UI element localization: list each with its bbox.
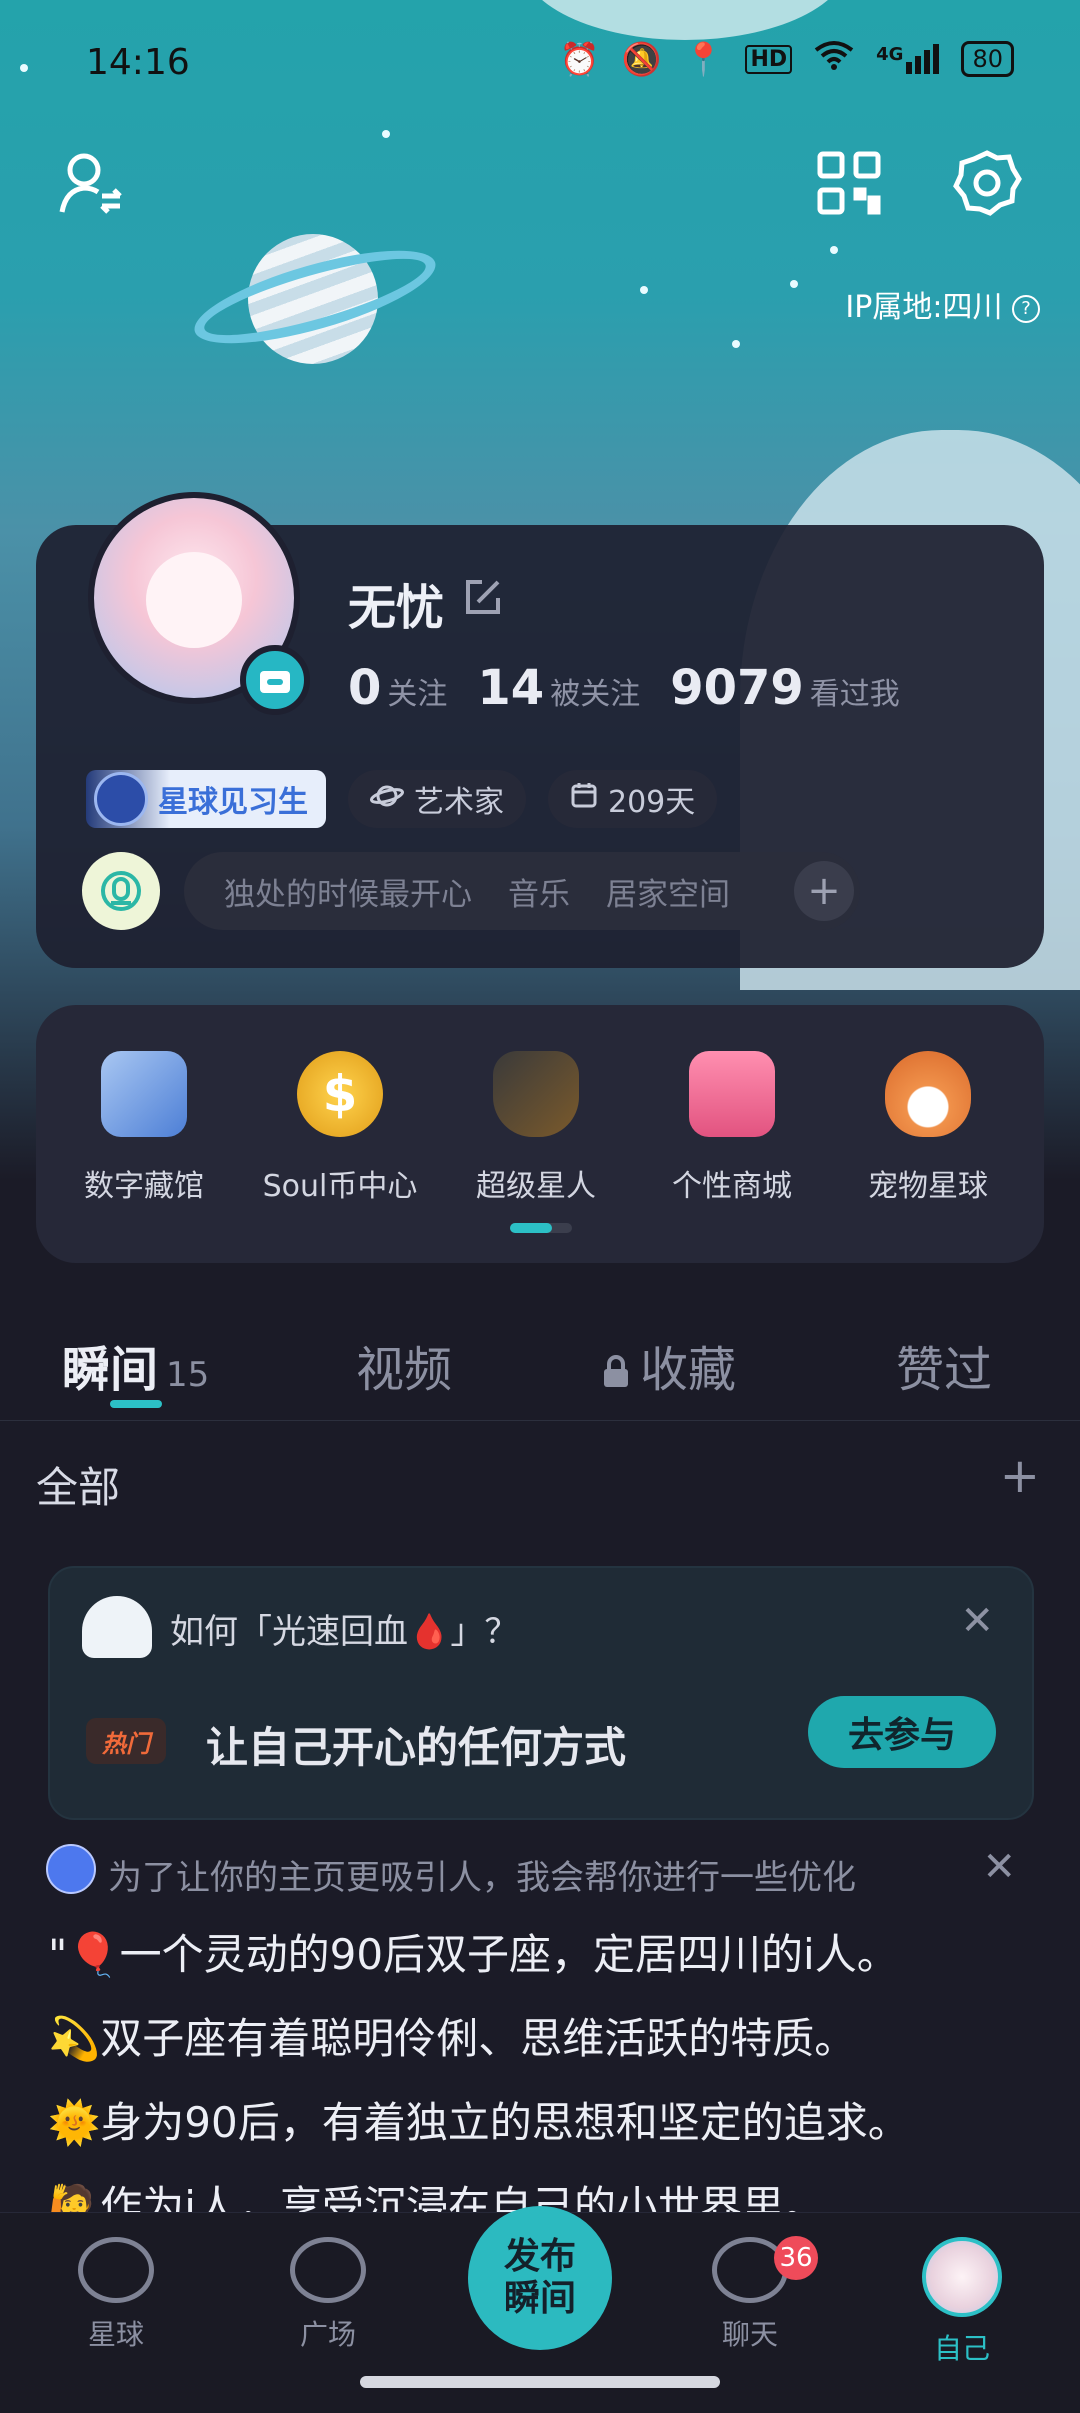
hot-badge: 热门	[86, 1718, 166, 1764]
topic-title: 让自己开心的任何方式	[206, 1723, 627, 1772]
role-chip[interactable]: 艺术家	[348, 770, 526, 828]
ip-location[interactable]: IP属地:四川 ?	[845, 282, 1040, 326]
star-decoration	[382, 130, 390, 138]
days-chip[interactable]: 209天	[548, 770, 718, 828]
status-icons: ⏰ 🔕 📍 HD 4G 80	[560, 40, 1014, 78]
square-icon	[290, 2237, 366, 2303]
edit-icon[interactable]	[462, 578, 502, 618]
add-tag-button[interactable]: +	[794, 861, 854, 921]
followers-stat[interactable]: 14 被关注	[477, 660, 640, 716]
nav-me[interactable]: 自己	[872, 2237, 1052, 2367]
content-tabs: 瞬间 15 视频 收藏 赞过	[0, 1290, 1080, 1421]
following-stat[interactable]: 0 关注	[348, 660, 447, 716]
location-icon: 📍	[683, 40, 724, 78]
shiba-pet-icon	[885, 1051, 971, 1137]
tags-row: 独处的时候最开心 音乐 居家空间 +	[82, 852, 860, 930]
status-bar: 14:16 ⏰ 🔕 📍 HD 4G 80	[0, 38, 1080, 88]
battery-icon: 80	[961, 41, 1014, 77]
moon-decoration	[520, 0, 850, 40]
wifi-icon	[814, 40, 854, 78]
services-panel: 数字藏馆 $ Soul币中心 超级星人 个性商城 宠物星球	[36, 1005, 1044, 1263]
tab-video[interactable]: 视频	[356, 1330, 452, 1400]
tab-favorites[interactable]: 收藏	[602, 1330, 736, 1401]
close-icon[interactable]: ✕	[982, 1844, 1016, 1890]
profile-name: 无忧	[348, 580, 445, 636]
star-decoration	[830, 246, 838, 254]
interest-tag[interactable]: 音乐	[508, 869, 570, 914]
service-super-star[interactable]: 超级星人	[438, 1051, 634, 1205]
calendar-icon	[570, 781, 598, 817]
publish-moment-button[interactable]: 发布 瞬间	[468, 2206, 612, 2350]
active-tab-indicator	[110, 1400, 162, 1408]
planet-icon	[78, 2237, 154, 2303]
voice-match-icon[interactable]	[82, 852, 160, 930]
bio-line: "🎈一个灵动的90后双子座，定居四川的i人。	[48, 1930, 899, 1979]
shop-icon	[689, 1051, 775, 1137]
bio-line: 🌞身为90后，有着独立的思想和坚定的追求。	[48, 2098, 910, 2147]
join-button[interactable]: 去参与	[808, 1696, 996, 1768]
service-shop[interactable]: 个性商城	[634, 1051, 830, 1205]
profile-stats: 0 关注 14 被关注 9079 看过我	[348, 660, 900, 716]
home-indicator[interactable]	[360, 2376, 720, 2388]
help-icon[interactable]: ?	[1012, 294, 1040, 323]
switch-account-icon[interactable]	[58, 150, 124, 220]
star-decoration	[640, 286, 648, 294]
avatar-face	[146, 552, 242, 648]
me-avatar	[922, 2237, 1002, 2317]
service-soul-coin[interactable]: $ Soul币中心	[242, 1051, 438, 1205]
ai-assistant-icon	[46, 1844, 96, 1894]
ai-tip: 为了让你的主页更吸引人，我会帮你进行一些优化 ✕	[46, 1840, 1036, 1900]
settings-gear-icon[interactable]	[952, 148, 1022, 222]
tab-moments[interactable]: 瞬间 15	[62, 1330, 209, 1400]
visitors-stat[interactable]: 9079 看过我	[670, 660, 900, 716]
add-filter-button[interactable]: +	[1000, 1448, 1040, 1504]
interest-tags[interactable]: 独处的时候最开心 音乐 居家空间 +	[184, 852, 860, 930]
digital-collection-icon	[101, 1051, 187, 1137]
mute-icon: 🔕	[621, 40, 662, 78]
lock-icon	[602, 1345, 630, 1401]
topic-card[interactable]: 如何「光速回血🩸」？ ✕ 热门 让自己开心的任何方式 去参与	[48, 1566, 1034, 1820]
ghost-icon	[82, 1596, 152, 1658]
nav-square[interactable]: 广场	[238, 2237, 418, 2353]
tab-liked[interactable]: 赞过	[896, 1330, 992, 1400]
level-icon	[94, 772, 148, 826]
hd-icon: HD	[745, 44, 793, 74]
filter-all[interactable]: 全部	[36, 1454, 120, 1515]
service-digital-collection[interactable]: 数字藏馆	[46, 1051, 242, 1205]
close-icon[interactable]: ✕	[960, 1598, 994, 1644]
ai-tip-text: 为了让你的主页更吸引人，我会帮你进行一些优化	[108, 1858, 856, 1898]
interest-tag[interactable]: 独处的时候最开心	[224, 869, 472, 914]
status-time: 14:16	[86, 42, 190, 83]
nav-planet[interactable]: 星球	[26, 2237, 206, 2353]
signal-icon: 4G	[876, 44, 940, 74]
profile-chips: 星球见习生 艺术家 209天	[86, 770, 718, 828]
coin-icon: $	[297, 1051, 383, 1137]
super-star-icon	[493, 1051, 579, 1137]
alarm-icon: ⏰	[559, 40, 600, 78]
page-indicator	[510, 1223, 572, 1233]
service-pet-planet[interactable]: 宠物星球	[830, 1051, 1026, 1205]
chat-unread-badge: 36	[774, 2236, 818, 2280]
interest-tag[interactable]: 居家空间	[606, 869, 730, 914]
planet-outline-icon	[369, 782, 405, 817]
star-decoration	[790, 280, 798, 288]
shop-badge-icon[interactable]	[240, 645, 310, 715]
level-badge[interactable]: 星球见习生	[86, 770, 326, 828]
star-decoration	[732, 340, 740, 348]
bio-line: 💫双子座有着聪明伶俐、思维活跃的特质。	[48, 2014, 857, 2063]
topic-question: 如何「光速回血🩸」？	[170, 1612, 519, 1652]
qr-code-icon[interactable]	[816, 150, 882, 220]
